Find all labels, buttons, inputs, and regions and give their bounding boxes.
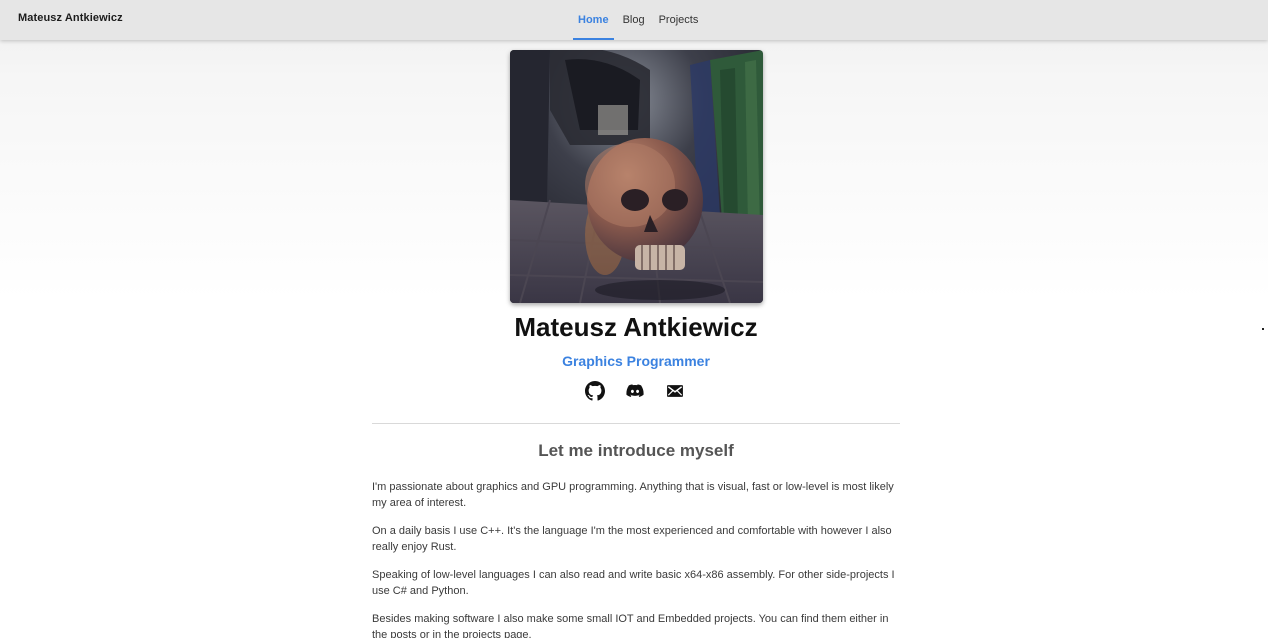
skull-render-image — [510, 50, 763, 303]
social-links — [585, 381, 685, 401]
intro-paragraph: Speaking of low-level languages I can al… — [372, 569, 895, 597]
brand-link[interactable]: Mateusz Antkiewicz — [18, 12, 123, 24]
nav-link-blog[interactable]: Blog — [616, 0, 652, 40]
section-divider — [372, 423, 900, 424]
intro-section: I'm passionate about graphics and GPU pr… — [372, 479, 900, 638]
email-icon — [667, 385, 683, 397]
nav-link-home[interactable]: Home — [571, 0, 616, 40]
intro-paragraph: I'm passionate about graphics and GPU pr… — [372, 481, 894, 509]
nav-link-projects[interactable]: Projects — [652, 0, 706, 40]
github-link[interactable] — [585, 381, 605, 401]
intro-paragraph: Besides making software I also make some… — [372, 613, 889, 638]
profile-avatar — [510, 50, 763, 303]
profile-role: Graphics Programmer — [562, 353, 710, 369]
top-navbar: Mateusz Antkiewicz Home Blog Projects — [0, 0, 1268, 40]
intro-heading: Let me introduce myself — [538, 441, 734, 460]
profile-name: Mateusz Antkiewicz — [514, 312, 758, 342]
discord-icon — [626, 384, 644, 397]
email-link[interactable] — [665, 381, 685, 401]
discord-link[interactable] — [625, 381, 645, 401]
main-nav: Home Blog Projects — [571, 0, 705, 40]
github-icon — [585, 381, 605, 401]
stray-dot — [1262, 328, 1264, 330]
intro-paragraph: On a daily basis I use C++. It's the lan… — [372, 525, 892, 553]
